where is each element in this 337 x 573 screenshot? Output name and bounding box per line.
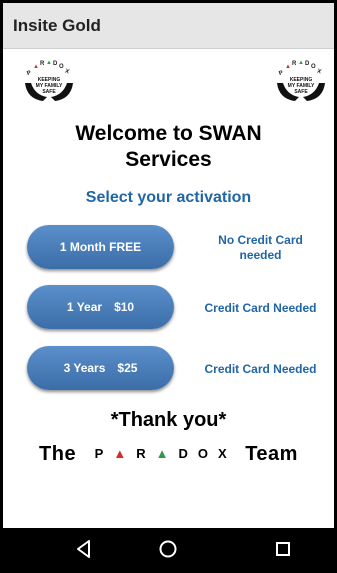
one-month-free-button[interactable]: 1 Month FREE (27, 225, 174, 269)
home-button[interactable] (155, 536, 181, 562)
svg-text:▲: ▲ (33, 64, 39, 70)
one-month-note: No Credit Card needed (188, 233, 333, 263)
brand-letter-o: O (197, 446, 208, 461)
three-years-label: 3 Years (63, 361, 106, 375)
three-years-button[interactable]: 3 Years $25 (27, 346, 174, 390)
one-month-note-line-1: No Credit Card (218, 233, 303, 247)
svg-text:P: P (278, 70, 284, 77)
one-month-note-line-2: needed (239, 248, 282, 262)
svg-text:O: O (59, 64, 64, 70)
welcome-heading: Welcome to SWAN Services (3, 121, 334, 173)
svg-text:P: P (26, 70, 32, 77)
paradox-logo-icon: P ▲ R ▲ D O X KEEPING MY FAMILY SAFE (277, 60, 325, 101)
one-year-note: Credit Card Needed (204, 301, 317, 315)
back-button[interactable] (71, 536, 97, 562)
one-year-label: 1 Year (66, 300, 103, 314)
paradox-logo-icon: P ▲ R ▲ D O X KEEPING MY FAMILY SAFE (25, 60, 73, 101)
team-suffix: Team (245, 443, 298, 465)
one-month-free-label: 1 Month FREE (59, 240, 142, 254)
title-bar: Insite Gold (3, 3, 334, 49)
one-year-button[interactable]: 1 Year $10 (27, 285, 174, 329)
green-triangle-icon: ▲ (155, 446, 169, 461)
paradox-logo-left: P ▲ R ▲ D O X KEEPING MY FAMILY SAFE (21, 59, 77, 105)
welcome-line-2: Services (125, 148, 212, 171)
svg-text:O: O (311, 64, 316, 70)
svg-text:D: D (53, 61, 58, 67)
android-nav-bar (3, 528, 334, 570)
three-years-note: Credit Card Needed (204, 362, 317, 376)
svg-text:SAFE: SAFE (294, 89, 308, 95)
recent-square-icon (276, 542, 290, 556)
back-triangle-icon (77, 540, 90, 558)
brand-letter-p: P (94, 446, 104, 461)
svg-text:X: X (316, 68, 322, 75)
paradox-team-signature: The P ▲ R ▲ D O X Team (3, 443, 334, 466)
select-activation-heading: Select your activation (85, 189, 252, 206)
app-screen: Insite Gold P ▲ R ▲ D O X KEEPING MY FAM… (3, 3, 334, 570)
one-year-price: $10 (114, 300, 135, 314)
team-prefix: The (39, 443, 77, 465)
svg-text:▲: ▲ (46, 60, 52, 66)
app-title: Insite Gold (13, 16, 101, 35)
recent-apps-button[interactable] (270, 536, 296, 562)
brand-letter-r: R (136, 446, 146, 461)
brand-letter-x: X (217, 446, 227, 461)
welcome-line-1: Welcome to SWAN (75, 122, 262, 145)
paradox-logo-right: P ▲ R ▲ D O X KEEPING MY FAMILY SAFE (273, 59, 329, 105)
thank-you-text: *Thank you* (110, 409, 227, 431)
svg-text:D: D (305, 61, 310, 67)
three-years-price: $25 (117, 361, 138, 375)
svg-text:SAFE: SAFE (42, 89, 56, 95)
brand-letter-d: D (178, 446, 188, 461)
svg-text:X: X (64, 68, 70, 75)
paradox-brand-wordmark: P ▲ R ▲ D O X (90, 446, 232, 461)
home-circle-icon (159, 540, 177, 558)
svg-text:R: R (40, 61, 45, 67)
red-triangle-icon: ▲ (113, 446, 127, 461)
svg-text:▲: ▲ (285, 64, 291, 70)
svg-text:▲: ▲ (298, 60, 304, 66)
svg-text:R: R (292, 61, 297, 67)
